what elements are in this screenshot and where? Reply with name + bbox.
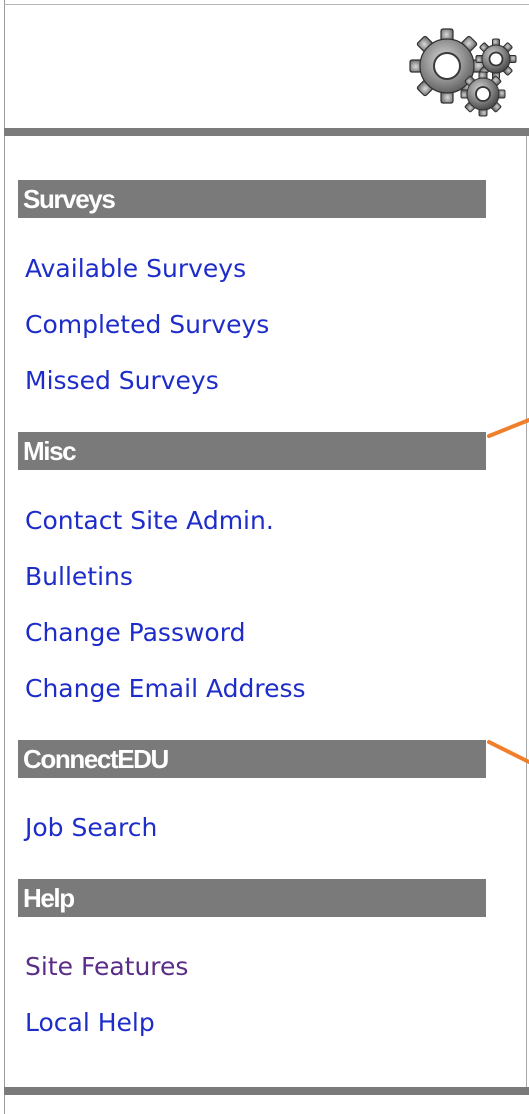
section-header-misc: Misc xyxy=(18,432,486,470)
link-change-email-address[interactable]: Change Email Address xyxy=(25,674,306,704)
section-header-help: Help xyxy=(18,879,486,917)
link-contact-site-admin[interactable]: Contact Site Admin. xyxy=(25,506,274,536)
link-missed-surveys[interactable]: Missed Surveys xyxy=(25,366,219,396)
gears-icon xyxy=(409,28,517,117)
link-change-password[interactable]: Change Password xyxy=(25,618,245,648)
sidebar-panel: Surveys Available Surveys Completed Surv… xyxy=(0,0,529,1114)
panel-header xyxy=(5,5,529,127)
link-available-surveys[interactable]: Available Surveys xyxy=(25,254,246,284)
annotation-arrow-icon xyxy=(487,740,529,764)
footer-divider xyxy=(4,1087,529,1095)
section-header-surveys: Surveys xyxy=(18,180,486,218)
panel-left-border xyxy=(4,0,5,1114)
panel-right-border xyxy=(526,136,527,1087)
link-local-help[interactable]: Local Help xyxy=(25,1008,155,1038)
link-bulletins[interactable]: Bulletins xyxy=(25,562,133,592)
link-site-features[interactable]: Site Features xyxy=(25,952,188,982)
link-completed-surveys[interactable]: Completed Surveys xyxy=(25,310,269,340)
link-job-search[interactable]: Job Search xyxy=(25,813,157,843)
section-header-connectedu: ConnectEDU xyxy=(18,740,486,778)
header-divider xyxy=(4,128,529,136)
annotation-arrow-icon xyxy=(487,418,529,438)
